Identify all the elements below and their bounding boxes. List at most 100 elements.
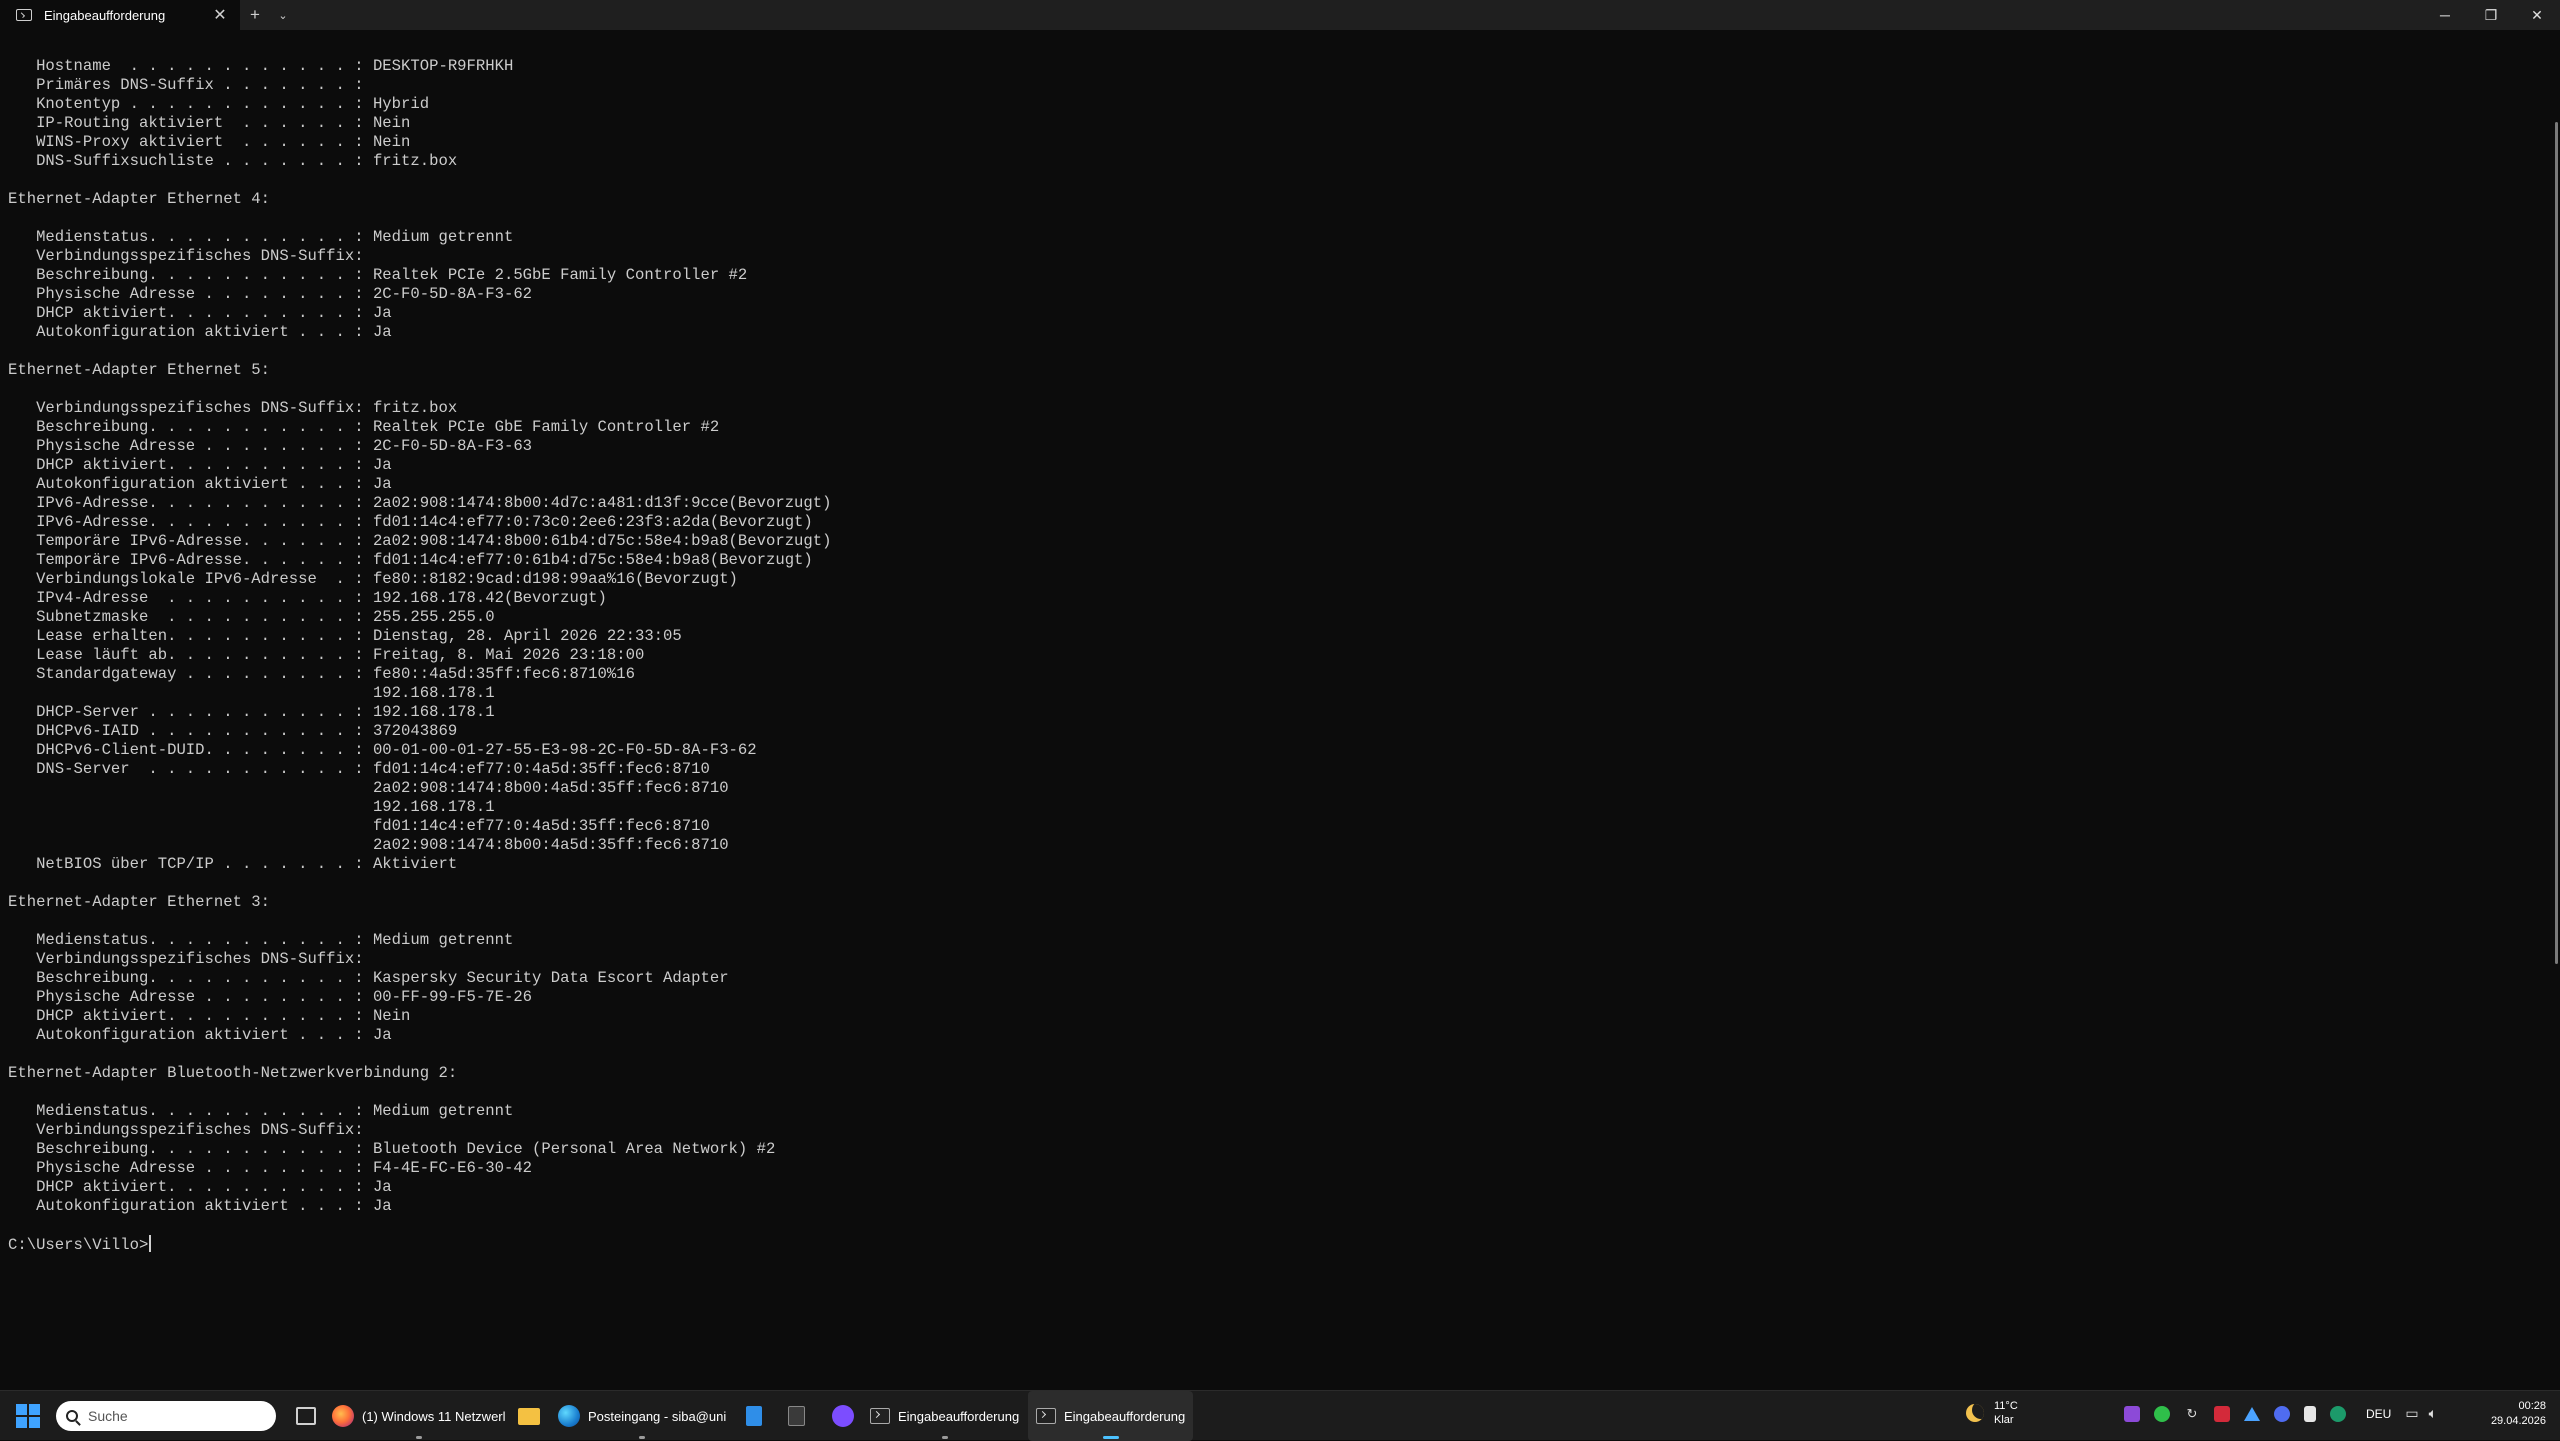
running-indicator [415, 1436, 422, 1439]
console-line: Verbindungsspezifisches DNS-Suffix: [8, 247, 364, 265]
console-line: DHCP aktiviert. . . . . . . . . . : Ja [8, 304, 392, 322]
scrollbar-thumb[interactable] [2555, 122, 2558, 964]
tab-dropdown-button[interactable]: ⌄ [270, 0, 296, 30]
console-line: IPv4-Adresse . . . . . . . . . . : 192.1… [8, 589, 607, 607]
clock-time: 00:28 [2518, 1400, 2546, 1412]
console-output[interactable]: Hostname . . . . . . . . . . . . : DESKT… [8, 57, 2528, 1387]
console-line: 192.168.178.1 [8, 798, 495, 816]
minimize-button[interactable]: ─ [2422, 0, 2468, 30]
console-line: Verbindungsspezifisches DNS-Suffix: frit… [8, 399, 458, 417]
close-window-button[interactable]: ✕ [2514, 0, 2560, 30]
thunderbird-icon [558, 1405, 580, 1427]
tab-eingabeaufforderung[interactable]: Eingabeaufforderung ✕ [0, 0, 240, 30]
search-icon [66, 1410, 78, 1422]
terminal-icon [16, 9, 32, 21]
running-indicator [639, 1436, 646, 1439]
active-indicator [1102, 1436, 1119, 1439]
console-line: Subnetzmaske . . . . . . . . . . : 255.2… [8, 608, 495, 626]
console-lines: Hostname . . . . . . . . . . . . : DESKT… [8, 57, 2528, 1235]
close-tab-icon[interactable]: ✕ [210, 5, 230, 25]
weather-temp: 11°C [1994, 1400, 2018, 1412]
taskbar-terminal-2[interactable]: Eingabeaufforderung [1028, 1391, 1194, 1441]
console-line: DHCP aktiviert. . . . . . . . . . : Nein [8, 1007, 411, 1025]
console-line: Beschreibung. . . . . . . . . . . : Real… [8, 418, 720, 436]
tray-nvidia-icon[interactable] [2154, 1405, 2170, 1422]
console-line: IPv6-Adresse. . . . . . . . . . . : 2a02… [8, 494, 832, 512]
tray-app-icon[interactable] [2124, 1405, 2140, 1422]
console-line: Standardgateway . . . . . . . . . : fe80… [8, 665, 635, 683]
console-line: DHCP-Server . . . . . . . . . . . : 192.… [8, 703, 495, 721]
taskbar-firefox[interactable]: (1) Windows 11 Netzwerl [324, 1391, 514, 1441]
text-cursor [149, 1235, 152, 1252]
console-line: Knotentyp . . . . . . . . . . . . : Hybr… [8, 95, 430, 113]
taskbar-notepad[interactable] [738, 1391, 770, 1441]
console-line: Medienstatus. . . . . . . . . . . : Medi… [8, 228, 514, 246]
language-indicator[interactable]: DEU [2366, 1407, 2391, 1421]
console-line: 2a02:908:1474:8b00:4a5d:35ff:fec6:8710 [8, 779, 729, 797]
tab-title: Eingabeaufforderung [44, 7, 166, 23]
windows-start-icon[interactable] [16, 1404, 40, 1428]
taskbar-file-explorer[interactable] [510, 1391, 548, 1441]
console-line: Physische Adresse . . . . . . . . : 2C-F… [8, 437, 533, 455]
search-box[interactable]: Suche [56, 1401, 276, 1431]
console-line: Primäres DNS-Suffix . . . . . . . : [8, 76, 364, 94]
task-view-icon [296, 1407, 316, 1425]
console-line: NetBIOS über TCP/IP . . . . . . . : Akti… [8, 855, 458, 873]
taskbar-calculator[interactable] [780, 1391, 813, 1441]
taskbar-terminal-1[interactable]: Eingabeaufforderung [862, 1391, 1027, 1441]
weather-widget[interactable]: 11°C Klar [1966, 1399, 2018, 1427]
console-line: IPv6-Adresse. . . . . . . . . . . : fd01… [8, 513, 813, 531]
taskbar-discord[interactable] [824, 1391, 862, 1441]
title-bar: Eingabeaufforderung ✕ + ⌄ ─ ❐ ✕ [0, 0, 2560, 30]
weather-text: 11°C Klar [1994, 1399, 2018, 1427]
console-line: DHCP aktiviert. . . . . . . . . . : Ja [8, 1178, 392, 1196]
volume-icon[interactable]: 🔈︎ [2429, 1405, 2437, 1422]
tray-device-icon[interactable] [2304, 1405, 2316, 1422]
console-line: DHCPv6-Client-DUID. . . . . . . . : 00-0… [8, 741, 757, 759]
tray-amd-icon[interactable] [2214, 1405, 2230, 1422]
console-line: Temporäre IPv6-Adresse. . . . . . : 2a02… [8, 532, 832, 550]
console-line: IP-Routing aktiviert . . . . . . : Nein [8, 114, 411, 132]
console-line: Physische Adresse . . . . . . . . : 2C-F… [8, 285, 533, 303]
console-line: Beschreibung. . . . . . . . . . . : Real… [8, 266, 748, 284]
tray-refresh-icon[interactable]: ↻ [2184, 1406, 2200, 1422]
tray-security-icon[interactable] [2274, 1405, 2290, 1422]
tray-defender-icon[interactable] [2330, 1405, 2346, 1422]
command-prompt-line[interactable]: C:\Users\Villo> [8, 1235, 2528, 1255]
console-line: WINS-Proxy aktiviert . . . . . . : Nein [8, 133, 411, 151]
system-tray: ↻ DEU ▭ 🔈︎ [2124, 1405, 2447, 1422]
maximize-button[interactable]: ❐ [2468, 0, 2514, 30]
console-line: Ethernet-Adapter Ethernet 3: [8, 893, 271, 911]
discord-icon [832, 1405, 854, 1427]
console-line: Verbindungsspezifisches DNS-Suffix: [8, 950, 364, 968]
console-line: Autokonfiguration aktiviert . . . : Ja [8, 1197, 392, 1215]
tray-drive-icon[interactable] [2244, 1406, 2260, 1421]
new-tab-button[interactable]: + [240, 0, 270, 30]
console-line: Lease erhalten. . . . . . . . . . : Dien… [8, 627, 682, 645]
calculator-icon [788, 1406, 805, 1426]
file-explorer-icon [518, 1407, 540, 1425]
console-line: Lease läuft ab. . . . . . . . . . : Frei… [8, 646, 645, 664]
console-line: Physische Adresse . . . . . . . . : 00-F… [8, 988, 533, 1006]
clock[interactable]: 00:28 29.04.2026 [2491, 1399, 2546, 1429]
console-line: 192.168.178.1 [8, 684, 495, 702]
taskbar-thunderbird[interactable]: Posteingang - siba@uni [550, 1391, 734, 1441]
terminal-icon [870, 1408, 890, 1424]
scrollbar[interactable] [2548, 30, 2560, 1390]
taskbar-task-view[interactable] [288, 1391, 324, 1441]
notepad-icon [746, 1406, 762, 1426]
taskbar-app-label: Posteingang - siba@uni [588, 1408, 727, 1424]
window-controls: ─ ❐ ✕ [2422, 0, 2560, 30]
console-line: Ethernet-Adapter Ethernet 4: [8, 190, 271, 208]
network-icon[interactable]: ▭ [2405, 1405, 2418, 1422]
console-line: Physische Adresse . . . . . . . . : F4-4… [8, 1159, 533, 1177]
console-line: DHCP aktiviert. . . . . . . . . . : Ja [8, 456, 392, 474]
console-line: 2a02:908:1474:8b00:4a5d:35ff:fec6:8710 [8, 836, 729, 854]
taskbar-app-label: Eingabeaufforderung [898, 1408, 1020, 1424]
